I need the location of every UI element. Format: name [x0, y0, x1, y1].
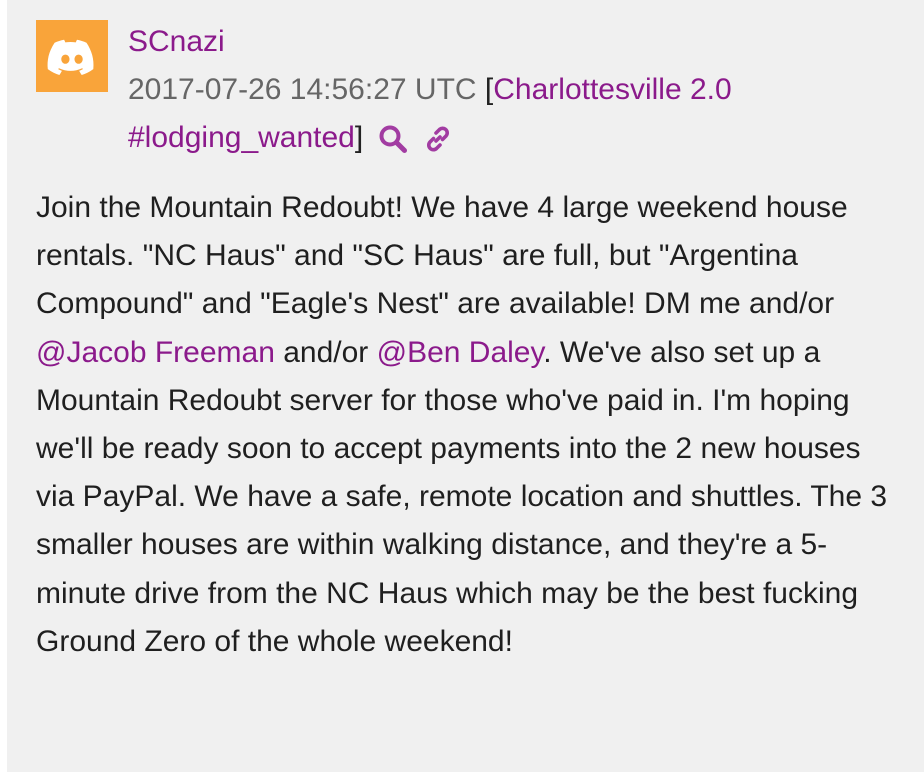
link-icon[interactable]	[422, 123, 454, 155]
message-text-2: and/or	[274, 335, 377, 369]
bracket-close: ]	[354, 121, 364, 154]
message-card: SCnazi 2017-07-26 14:56:27 UTC [Charlott…	[7, 0, 924, 772]
bracket-open: [	[484, 73, 494, 106]
mention-jacob-freeman[interactable]: @Jacob Freeman	[36, 336, 275, 369]
post-meta: 2017-07-26 14:56:27 UTC [Charlottesville…	[128, 66, 908, 162]
mention-ben-daley[interactable]: @Ben Daley	[377, 336, 544, 369]
avatar	[36, 20, 108, 92]
discord-logo-icon	[47, 39, 94, 75]
post-header: SCnazi 2017-07-26 14:56:27 UTC [Charlott…	[128, 18, 908, 162]
username-link[interactable]: SCnazi	[128, 18, 225, 66]
message-body: Join the Mountain Redoubt! We have 4 lar…	[36, 184, 906, 666]
message-text-3: . We've also set up a Mountain Redoubt s…	[36, 335, 888, 658]
timestamp: 2017-07-26 14:56:27 UTC	[128, 73, 477, 106]
message-text-1: Join the Mountain Redoubt! We have 4 lar…	[36, 191, 848, 321]
search-icon[interactable]	[378, 124, 408, 154]
